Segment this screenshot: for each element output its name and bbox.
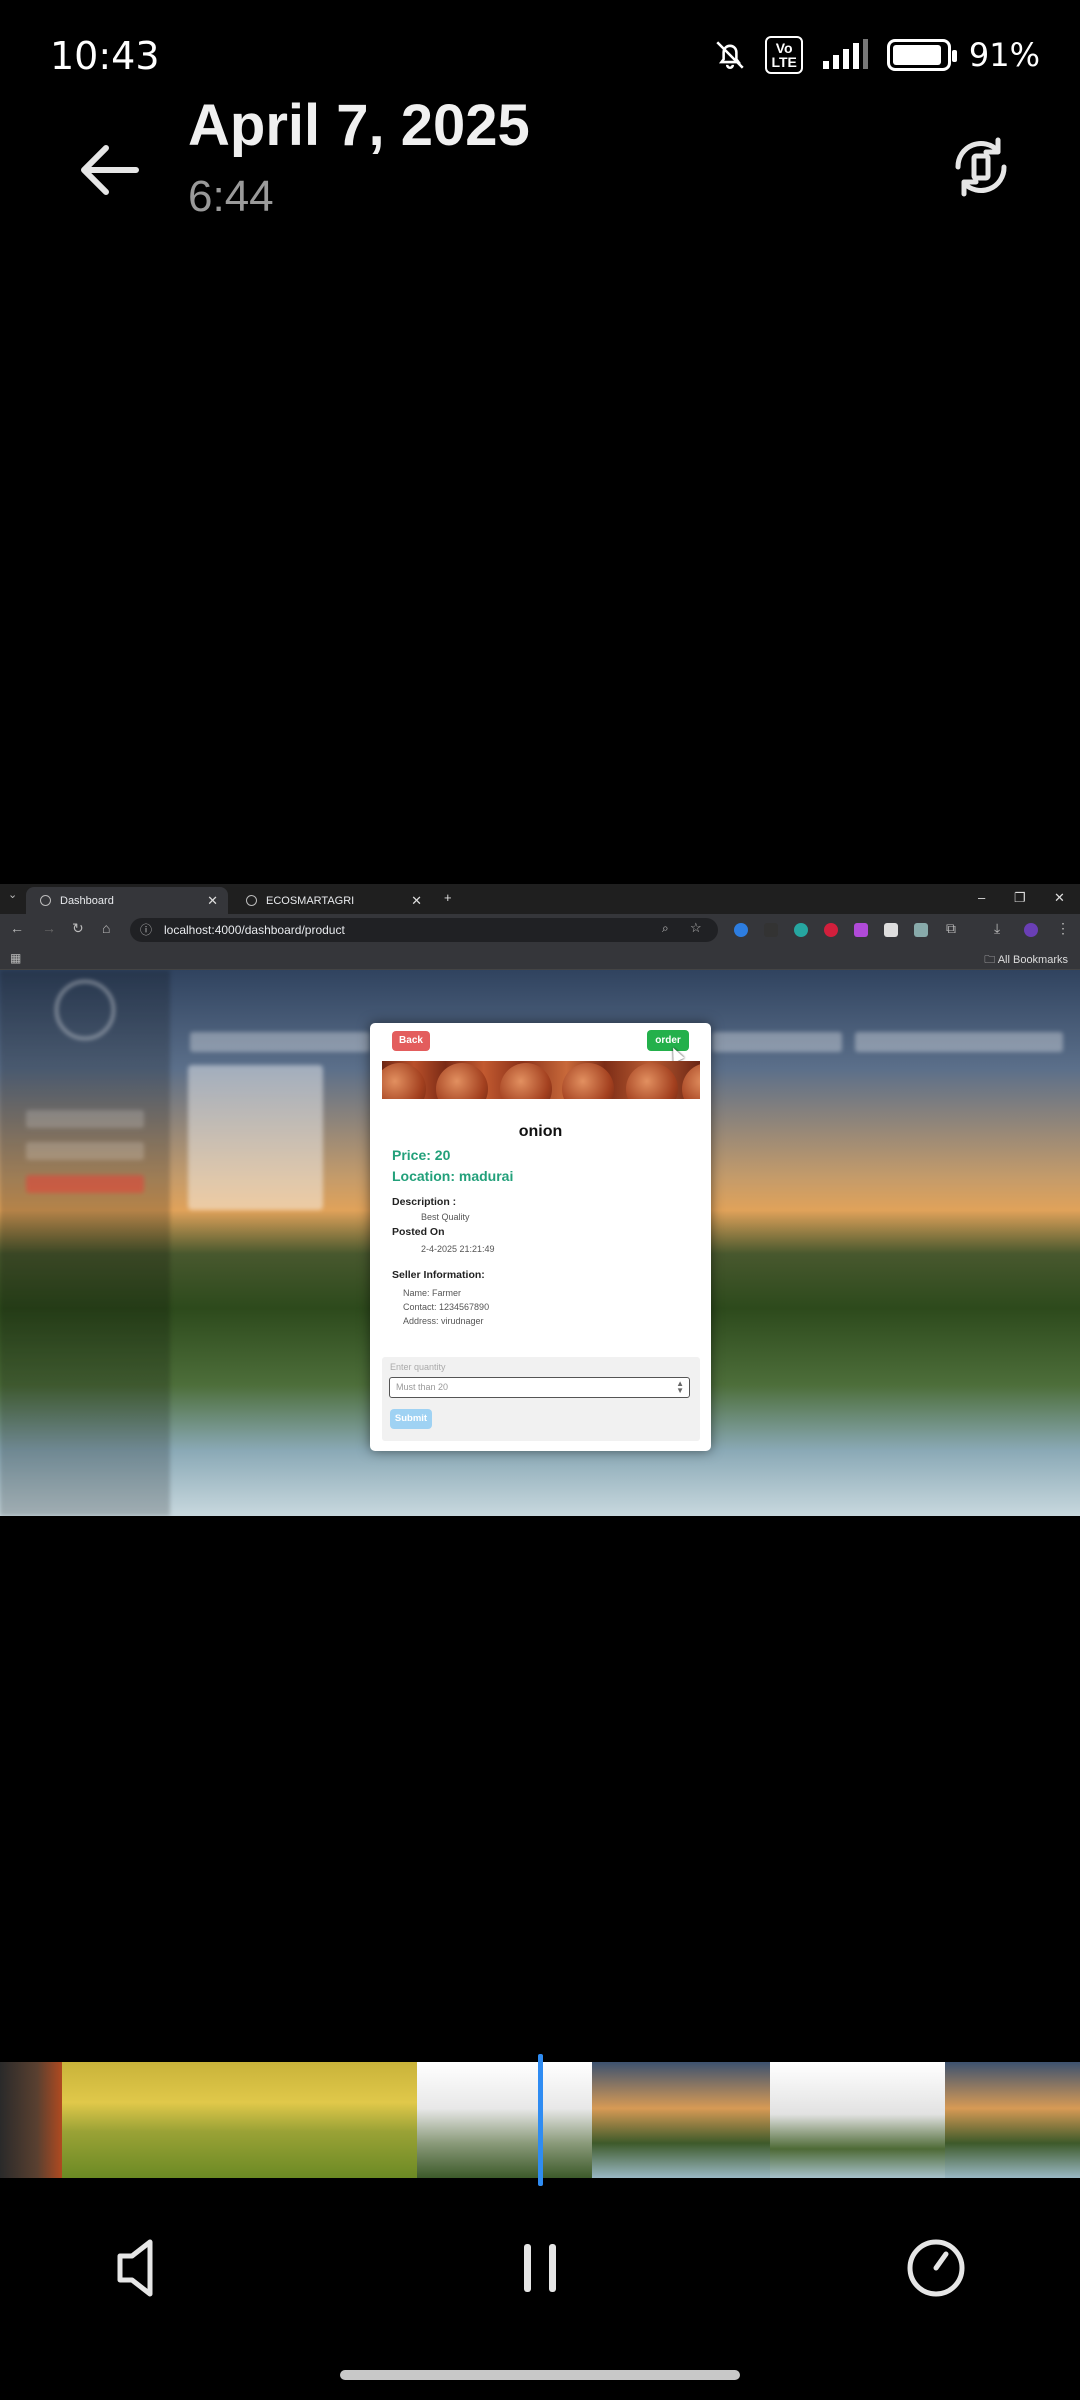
- pause-icon[interactable]: [500, 2228, 580, 2308]
- product-image: [382, 1061, 700, 1099]
- bookmark-star-icon[interactable]: ☆: [690, 920, 702, 936]
- quantity-label: Enter quantity: [390, 1362, 446, 1372]
- download-icon[interactable]: ⤓: [994, 920, 1000, 937]
- timeline-thumbnail: [0, 2062, 62, 2178]
- minimize-icon[interactable]: –: [978, 890, 985, 905]
- globe-icon: [246, 895, 257, 906]
- seller-info-label: Seller Information:: [392, 1269, 485, 1281]
- search-placeholder: [190, 1032, 370, 1052]
- timeline-thumbnail: [770, 2062, 945, 2178]
- back-arrow-icon[interactable]: [70, 130, 150, 210]
- url-text: localhost:4000/dashboard/product: [164, 923, 345, 937]
- close-icon[interactable]: ✕: [207, 893, 218, 909]
- order-button[interactable]: order: [647, 1030, 689, 1051]
- logo: [55, 980, 115, 1040]
- video-date-title: April 7, 2025: [188, 93, 530, 158]
- product-modal: Back order onion Price: 20 Location: mad…: [370, 1023, 711, 1451]
- rotate-icon[interactable]: [946, 132, 1016, 202]
- seller-contact: Contact: 1234567890: [403, 1302, 490, 1312]
- sidebar-button: [26, 1142, 144, 1160]
- seller-name: Name: Farmer: [403, 1288, 462, 1298]
- sidebar-button: [26, 1110, 144, 1128]
- battery-percent: 91%: [968, 36, 1040, 74]
- gesture-nav-handle[interactable]: [340, 2370, 740, 2380]
- product-price: Price: 20: [392, 1147, 451, 1163]
- volume-icon[interactable]: [102, 2228, 182, 2308]
- quantity-input[interactable]: Must than 20 ▲ ▼: [389, 1377, 690, 1398]
- restore-icon[interactable]: ❐: [1014, 890, 1026, 906]
- battery-icon: [886, 39, 957, 71]
- apps-grid-icon[interactable]: ▦: [10, 951, 21, 965]
- filter-placeholder: [855, 1032, 1063, 1052]
- extension-icon[interactable]: [884, 923, 898, 937]
- extension-icon[interactable]: [854, 923, 868, 937]
- product-name: onion: [518, 1123, 563, 1140]
- browser-toolbar: ← → ↻ ⌂ ⓘ localhost:4000/dashboard/produ…: [0, 914, 1080, 946]
- tab-ecosmartagri[interactable]: ECOSMARTAGRI ✕: [232, 887, 432, 914]
- volte-icon: Vo LTE: [765, 36, 803, 74]
- submit-button[interactable]: Submit: [390, 1409, 432, 1429]
- filter-placeholder: [712, 1032, 842, 1052]
- home-icon[interactable]: ⌂: [102, 920, 110, 936]
- video-duration: 6:44: [188, 172, 274, 221]
- zoom-icon[interactable]: ⌕: [662, 921, 669, 936]
- stepper-icon[interactable]: ▲ ▼: [676, 1380, 684, 1395]
- product-location: Location: madurai: [392, 1168, 514, 1184]
- description-label: Description :: [392, 1196, 457, 1208]
- status-bar: 10:43 Vo LTE 91%: [0, 0, 1080, 110]
- quantity-placeholder: Must than 20: [396, 1382, 449, 1392]
- all-bookmarks-button[interactable]: 🗀 All Bookmarks: [984, 951, 1068, 970]
- ublock-icon[interactable]: [824, 923, 838, 937]
- globe-icon: [40, 895, 51, 906]
- profile-avatar[interactable]: [1024, 923, 1038, 937]
- extension-icon[interactable]: [794, 923, 808, 937]
- tab-dashboard[interactable]: Dashboard ✕: [26, 887, 228, 914]
- page-viewport: Back order onion Price: 20 Location: mad…: [0, 970, 1080, 1516]
- status-time: 10:43: [50, 34, 160, 78]
- edge-extension-icon[interactable]: [734, 923, 748, 937]
- signal-icon: [822, 39, 868, 69]
- timeline-thumbnail: [945, 2062, 1080, 2178]
- product-card: [188, 1065, 323, 1210]
- tab-label: ECOSMARTAGRI: [266, 894, 355, 907]
- order-form: Enter quantity Must than 20 ▲ ▼ Submit: [382, 1357, 700, 1441]
- timeline-playhead[interactable]: [538, 2054, 543, 2186]
- close-icon[interactable]: ✕: [411, 893, 422, 909]
- new-tab-button[interactable]: +: [444, 890, 452, 905]
- tab-label: Dashboard: [60, 894, 114, 907]
- reload-icon[interactable]: ↻: [72, 920, 84, 937]
- address-bar[interactable]: ⓘ localhost:4000/dashboard/product ⌕ ☆: [130, 918, 718, 942]
- shield-icon[interactable]: [914, 923, 928, 937]
- dashboard-sidebar: [0, 970, 170, 1516]
- posted-on-label: Posted On: [392, 1226, 445, 1238]
- tab-search-icon[interactable]: ⌄: [8, 888, 17, 901]
- logout-button: [26, 1175, 144, 1193]
- all-bookmarks-label: All Bookmarks: [997, 954, 1068, 966]
- timeline-thumbnail: [62, 2062, 417, 2178]
- posted-on-value: 2-4-2025 21:21:49: [421, 1244, 495, 1254]
- bookmarks-bar: ▦ 🗀 All Bookmarks: [0, 946, 1080, 970]
- extensions-puzzle-icon[interactable]: ⧉: [946, 920, 956, 937]
- window-close-icon[interactable]: ✕: [1054, 890, 1065, 906]
- seller-address: Address: virudnager: [403, 1316, 484, 1326]
- site-info-icon[interactable]: ⓘ: [140, 921, 152, 938]
- status-icons: Vo LTE 91%: [713, 36, 1040, 74]
- back-button[interactable]: Back: [392, 1031, 430, 1051]
- menu-dots-icon[interactable]: ⋮: [1056, 920, 1070, 937]
- timeline-thumbnail: [417, 2062, 592, 2178]
- browser-tab-bar: ⌄ Dashboard ✕ ECOSMARTAGRI ✕ + – ❐ ✕: [0, 884, 1080, 914]
- muted-bell-icon: [716, 41, 745, 69]
- description-value: Best Quality: [421, 1212, 470, 1222]
- video-frame[interactable]: ⌄ Dashboard ✕ ECOSMARTAGRI ✕ + – ❐ ✕ ← →…: [0, 884, 1080, 1516]
- nav-forward-icon[interactable]: →: [42, 920, 56, 936]
- playback-speed-icon[interactable]: [896, 2228, 976, 2308]
- nav-back-icon[interactable]: ←: [10, 920, 24, 936]
- timeline-thumbnail: [592, 2062, 770, 2178]
- extension-icon[interactable]: [764, 923, 778, 937]
